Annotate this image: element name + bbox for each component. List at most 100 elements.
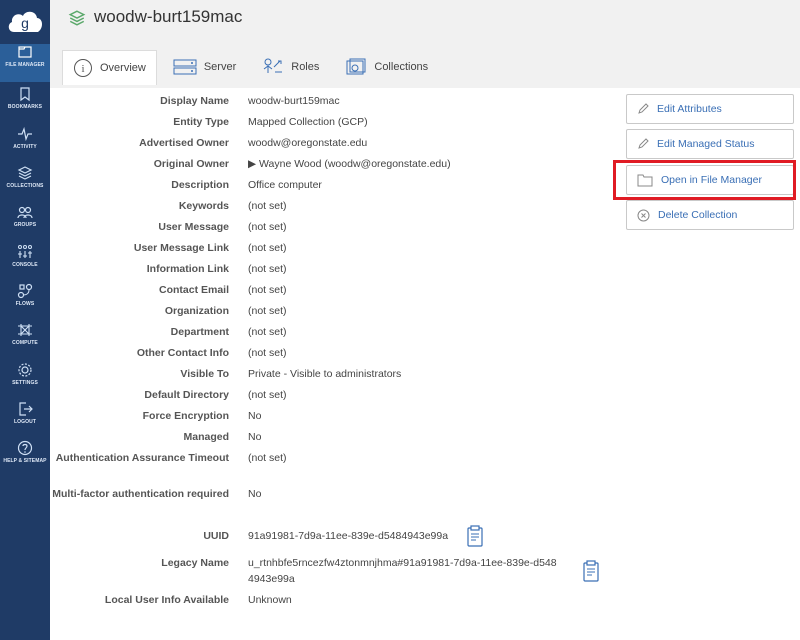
detail-value: Private - Visible to administrators (248, 368, 402, 380)
sidebar-item-label: LOGOUT (14, 419, 36, 425)
detail-value: Mapped Collection (GCP) (248, 116, 368, 128)
flows-icon (17, 283, 33, 299)
detail-label: Local User Info Available (104, 594, 229, 606)
delete-collection-label: Delete Collection (658, 209, 738, 221)
detail-value: (not set) (248, 221, 287, 233)
sidebar-item-groups[interactable]: GROUPS (0, 204, 50, 242)
tab-roles[interactable]: Roles (252, 50, 329, 84)
copy-legacy-name-icon[interactable] (582, 560, 600, 587)
sidebar-item-collections[interactable]: COLLECTIONS (0, 165, 50, 203)
edit-attributes-button[interactable]: Edit Attributes (626, 94, 794, 124)
edit-managed-status-label: Edit Managed Status (657, 138, 755, 150)
detail-value: woodw@oregonstate.edu (248, 137, 368, 149)
edit-attributes-label: Edit Attributes (657, 103, 722, 115)
detail-value: 91a91981-7d9a-11ee-839e-d5484943e99a (248, 530, 449, 542)
detail-label: Original Owner (153, 158, 229, 170)
detail-label: Default Directory (144, 389, 229, 401)
tab-label: Server (203, 61, 237, 73)
sidebar-item-label: SETTINGS (12, 380, 38, 386)
sidebar-item-activity[interactable]: ACTIVITY (0, 126, 50, 164)
sidebar-item-label: FILE MANAGER (5, 62, 45, 68)
sidebar-item-label: COLLECTIONS (6, 183, 44, 189)
sidebar-item-label: COMPUTE (12, 340, 38, 346)
server-icon (173, 59, 197, 75)
original-owner-toggle[interactable]: ▶ Wayne Wood (woodw@oregonstate.edu) (248, 156, 558, 172)
activity-icon (18, 126, 32, 142)
info-icon: i (74, 59, 92, 77)
tab-label: Roles (291, 61, 320, 73)
pencil-icon (638, 103, 649, 114)
detail-label: Managed (183, 431, 229, 443)
detail-value: No (248, 410, 262, 422)
detail-label: UUID (203, 530, 229, 542)
sidebar-item-bookmarks[interactable]: BOOKMARKS (0, 86, 50, 124)
svg-text:i: i (81, 63, 84, 75)
sidebar-item-label: BOOKMARKS (7, 104, 43, 110)
detail-label: Authentication Assurance Timeout (55, 452, 229, 464)
detail-value: (not set) (248, 242, 287, 254)
sidebar-item-label: GROUPS (13, 222, 37, 228)
detail-value: No (248, 488, 262, 500)
sidebar-item-label: HELP & SITEMAP (3, 458, 47, 464)
detail-label: User Message (158, 221, 229, 233)
detail-value: (not set) (248, 284, 287, 296)
detail-label: Other Contact Info (136, 347, 229, 359)
highlight-box (613, 160, 796, 200)
sidebar-item-logout[interactable]: LOGOUT (0, 401, 50, 439)
sidebar-item-compute[interactable]: COMPUTE (0, 322, 50, 360)
pencil-icon (638, 138, 649, 149)
tab-overview[interactable]: i Overview (62, 50, 157, 85)
delete-collection-button[interactable]: Delete Collection (626, 200, 794, 230)
bookmark-icon (20, 87, 30, 102)
tab-label: Overview (100, 62, 146, 74)
detail-label: Advertised Owner (139, 137, 229, 149)
svg-text:g: g (21, 15, 29, 31)
gear-icon (18, 363, 32, 377)
detail-label: Multi-factor authentication required (52, 488, 229, 500)
delete-circle-icon (637, 209, 650, 221)
edit-managed-status-button[interactable]: Edit Managed Status (626, 129, 794, 159)
globus-logo[interactable]: g (5, 6, 45, 36)
detail-label: Entity Type (173, 116, 229, 128)
file-manager-icon (18, 46, 32, 58)
collections-icon (68, 9, 86, 32)
detail-value: (not set) (248, 305, 287, 317)
tab-collections[interactable]: Collections (335, 50, 438, 84)
detail-value: Office computer (248, 179, 322, 191)
detail-value: (not set) (248, 200, 287, 212)
sidebar-item-file-manager[interactable]: FILE MANAGER (0, 44, 50, 82)
sidebar-item-settings[interactable]: SETTINGS (0, 362, 50, 400)
logout-icon (19, 402, 33, 416)
detail-label: Information Link (146, 263, 229, 275)
detail-label: Department (170, 326, 229, 338)
detail-value: Unknown (248, 594, 292, 606)
sidebar-item-console[interactable]: CONSOLE (0, 244, 50, 282)
detail-value: woodw-burt159mac (248, 95, 340, 107)
detail-value: u_rtnhbfe5rncezfw4ztonmnjhma#91a91981-7d… (248, 557, 557, 585)
copy-uuid-icon[interactable] (466, 525, 484, 552)
detail-label: Description (171, 179, 229, 191)
detail-label: Keywords (178, 200, 229, 212)
collections-icon (346, 58, 366, 75)
help-icon (17, 440, 33, 456)
sidebar-item-label: CONSOLE (12, 262, 38, 268)
roles-icon (263, 58, 283, 73)
sidebar-item-label: FLOWS (15, 301, 35, 307)
detail-label: Legacy Name (161, 557, 229, 569)
detail-value: (not set) (248, 347, 287, 359)
tab-server[interactable]: Server (163, 50, 246, 84)
sidebar-item-label: ACTIVITY (13, 144, 37, 150)
page-header: woodw-burt159mac i Overview Server Roles… (50, 0, 800, 88)
console-icon (18, 245, 32, 258)
sidebar-item-flows[interactable]: FLOWS (0, 283, 50, 321)
tab-bar: i Overview Server Roles Collections (62, 50, 444, 85)
detail-label: Contact Email (158, 284, 229, 296)
collections-icon (17, 166, 33, 180)
detail-value: (not set) (248, 263, 287, 275)
sidebar-item-help[interactable]: HELP & SITEMAP (0, 440, 50, 478)
detail-label: Organization (164, 305, 229, 317)
page-title: woodw-burt159mac (94, 7, 243, 26)
detail-value: (not set) (248, 326, 287, 338)
compute-icon (18, 324, 32, 336)
tab-label: Collections (374, 61, 429, 73)
